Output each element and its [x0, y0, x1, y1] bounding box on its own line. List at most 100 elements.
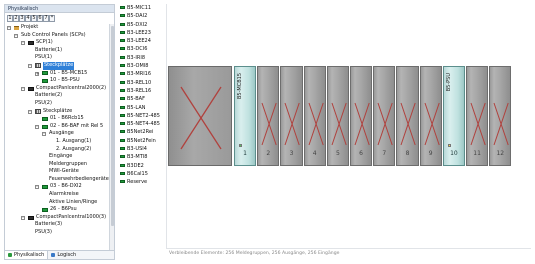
module-item[interactable]: B3-LEE23	[120, 29, 164, 37]
module-item[interactable]: B5-DXI2	[120, 21, 164, 29]
tree-node[interactable]: - Steckplätze	[5, 61, 109, 70]
collapse-toggle-icon[interactable]: -	[7, 26, 11, 30]
module-item[interactable]: B5-NET4-485	[120, 120, 164, 128]
module-label: B5-NET4-485	[127, 121, 160, 128]
module-item[interactable]: B5Net2Rei	[120, 128, 164, 136]
collapse-toggle-icon[interactable]: -	[35, 124, 39, 129]
collapse-toggle-icon[interactable]: -	[28, 109, 32, 114]
module-chip-icon	[120, 22, 125, 26]
tab-physikalisch[interactable]: Physikalisch	[5, 251, 49, 259]
tree-node[interactable]: +01 - B5-MCB15	[5, 70, 109, 78]
tree-node[interactable]: 01 - B6Rcb15	[5, 115, 109, 123]
tree-node[interactable]: - Projekt	[5, 24, 109, 32]
module-item[interactable]: B5-BAF	[120, 95, 164, 103]
module-item[interactable]: B5-MIC11	[120, 4, 164, 12]
collapse-toggle-icon[interactable]: -	[42, 132, 46, 137]
tree-node[interactable]: - Steckplätze	[5, 108, 109, 116]
module-item[interactable]: B3-DCI6	[120, 45, 164, 53]
module-item[interactable]: B5-NET2-485	[120, 112, 164, 120]
module-chip-icon	[120, 180, 125, 184]
tree-node[interactable]: Batterie(1)	[5, 47, 109, 55]
module-item[interactable]: B5-DAI2	[120, 12, 164, 20]
tree-node[interactable]: MWI-Geräte	[5, 168, 109, 176]
tree-node[interactable]: Meldergruppen	[5, 161, 109, 169]
slot-number: 1	[243, 150, 247, 157]
module-item[interactable]: B3DE2	[120, 162, 164, 170]
collapse-toggle-icon[interactable]: -	[35, 185, 39, 190]
rack-slot[interactable]: 4	[303, 66, 326, 166]
tree-node[interactable]: - SCP(1)	[5, 39, 109, 47]
tree-node[interactable]: - Sub Control Panels (SCPs)	[5, 32, 109, 40]
rack-slot[interactable]: 11	[466, 66, 489, 166]
tree-node[interactable]: - 02 - B6-BAF mit Rel 5	[5, 123, 109, 131]
tree-node[interactable]: 1. Ausgang(1)	[5, 138, 109, 146]
expand-toggle-icon[interactable]: +	[35, 71, 39, 76]
module-palette: B5-MIC11 B5-DAI2 B5-DXI2 B3-LEE23 B3-LEE24 B3…	[120, 4, 164, 234]
module-label: B5-NET2-485	[127, 112, 160, 119]
module-chip-icon	[120, 6, 125, 9]
slot-number: 2	[266, 150, 271, 157]
collapse-toggle-icon[interactable]: -	[21, 215, 25, 220]
module-label: B3-LEE23	[127, 29, 151, 36]
rack-slot[interactable]: 5	[326, 66, 349, 166]
module-item[interactable]: B3-REL16	[120, 87, 164, 95]
tree-node[interactable]: - CompactPanlcentral1000(3)	[5, 214, 109, 222]
tree-node[interactable]: Batterie(2)	[5, 92, 109, 100]
tree-node[interactable]: PSU(1)	[5, 54, 109, 62]
scrollbar-thumb[interactable]	[111, 26, 114, 226]
module-item[interactable]: B3-LEE24	[120, 37, 164, 45]
tree-node[interactable]: PSU(3)	[5, 229, 109, 237]
tree-node[interactable]: Eingänge	[5, 153, 109, 161]
module-item[interactable]: B3-MTI8	[120, 153, 164, 161]
tree-scrollbar[interactable]	[109, 24, 114, 252]
module-item[interactable]: B3-OMI8	[120, 62, 164, 70]
rack-slot[interactable]: 2	[257, 66, 280, 166]
tree-node[interactable]: 26 - B6Psu	[5, 206, 109, 214]
slot-number: 11	[473, 150, 481, 157]
tree-node[interactable]: Batterie(3)	[5, 221, 109, 229]
collapse-toggle-icon[interactable]: -	[21, 86, 25, 91]
module-item[interactable]: B5-LAN	[120, 104, 164, 112]
slot-led-icon	[447, 144, 451, 147]
tree-node[interactable]: - 03 - B6-DXI2	[5, 183, 109, 191]
module-item[interactable]: B3-MRI16	[120, 70, 164, 78]
rack-slot[interactable]: 3	[280, 66, 303, 166]
tree-node[interactable]: Feuerwehrbediengeräte	[5, 176, 109, 184]
module-item[interactable]: Reserve	[120, 178, 164, 186]
rack-slot[interactable]: B5-PSU 10	[442, 66, 465, 166]
tree-node-label: Projekt	[21, 24, 39, 30]
tree-node[interactable]: 10 - B5-PSU	[5, 77, 109, 85]
module-label: Reserve	[127, 179, 148, 186]
rack-slot[interactable]: 6	[350, 66, 373, 166]
tab-logisch[interactable]: Logisch	[48, 251, 79, 259]
tree-node[interactable]: Alarmkreise	[5, 191, 109, 199]
rack-slot[interactable]: 12	[489, 66, 512, 166]
rack-slot[interactable]: 8	[396, 66, 419, 166]
tree-node[interactable]: Aktive Linien/Ringe	[5, 199, 109, 207]
tree-node-label: Steckplätze	[43, 107, 73, 114]
collapse-toggle-icon[interactable]: -	[21, 41, 25, 46]
tree-node[interactable]: - CompactPanlcentral2000(2)	[5, 85, 109, 93]
rack-view: B5-MCB15 1 2 3 4 5 6 7 8 9 B5-PSU 10 11 12	[168, 66, 516, 166]
module-label: B5-DAI2	[127, 13, 148, 20]
module-label: B5-MIC11	[127, 5, 152, 11]
module-item[interactable]: B3-IRI8	[120, 54, 164, 62]
collapse-toggle-icon[interactable]: -	[14, 33, 18, 38]
collapse-toggle-icon[interactable]: -	[28, 63, 32, 68]
module-item[interactable]: B6Cal15	[120, 170, 164, 178]
module-label: B5-BAF	[127, 96, 145, 103]
rack-icon	[28, 40, 34, 45]
tree-node[interactable]: PSU(2)	[5, 100, 109, 108]
rack-slot[interactable]: 9	[419, 66, 442, 166]
level-button[interactable]: *	[49, 15, 55, 22]
module-item[interactable]: B3-USI4	[120, 145, 164, 153]
module-item[interactable]: B3-REL10	[120, 79, 164, 87]
tree-node[interactable]: - Ausgänge	[5, 130, 109, 138]
rack-slot[interactable]: 7	[373, 66, 396, 166]
tree-node-label: Batterie(1)	[35, 46, 63, 53]
module-item[interactable]: B5Net2Fein	[120, 137, 164, 145]
rack-slot[interactable]: B5-MCB15 1	[234, 66, 257, 166]
tree-node[interactable]: 2. Ausgang(2)	[5, 146, 109, 154]
modgreen-icon	[42, 124, 48, 129]
tree-node-label: CompactPanlcentral1000(3)	[36, 213, 107, 220]
